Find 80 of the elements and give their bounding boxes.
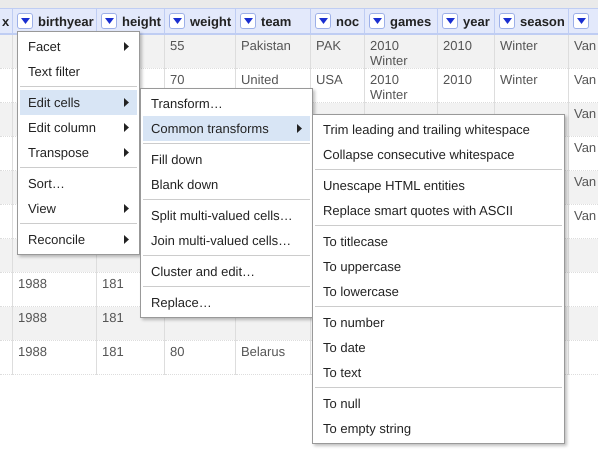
menu-item[interactable]: Common transforms <box>143 116 310 141</box>
column-header[interactable]: year <box>438 8 494 34</box>
dropdown-button[interactable] <box>101 13 117 29</box>
table-cell: Pakistan <box>241 38 291 53</box>
menu-item[interactable]: To titlecase <box>315 229 562 254</box>
menu-item[interactable]: View <box>20 196 137 221</box>
table-cell: Van <box>574 208 596 223</box>
menu-item[interactable]: Trim leading and trailing whitespace <box>315 117 562 142</box>
caret-icon <box>576 18 586 24</box>
menu-item[interactable]: To text <box>315 360 562 385</box>
dropdown-button[interactable] <box>499 13 515 29</box>
table-cell: 1988 <box>18 276 47 291</box>
menu-item[interactable]: Edit column <box>20 115 137 140</box>
dropdown-button[interactable] <box>17 13 33 29</box>
menu-item[interactable]: Join multi-valued cells… <box>143 228 310 253</box>
table-cell: 181 <box>102 310 124 325</box>
table-cell: Van <box>574 174 596 189</box>
table-cell: 1988 <box>18 310 47 325</box>
menu-item[interactable]: Reconcile <box>20 227 137 252</box>
table-cell: 181 <box>102 276 124 291</box>
menu-item[interactable]: Unescape HTML entities <box>315 173 562 198</box>
table-cell: Winter <box>500 38 538 53</box>
column-header[interactable]: height <box>96 8 164 34</box>
menu-item[interactable]: To null <box>315 391 562 416</box>
menu-item[interactable]: To uppercase <box>315 254 562 279</box>
caret-icon <box>20 18 30 24</box>
caret-icon <box>502 18 512 24</box>
table-cell: 80 <box>170 344 184 359</box>
menu-item[interactable]: Edit cells <box>20 90 137 115</box>
menu-item[interactable]: Split multi-valued cells… <box>143 203 310 228</box>
table-cell: Van <box>574 106 596 121</box>
dropdown-button[interactable] <box>442 13 458 29</box>
menu-item[interactable]: Collapse consecutive whitespace <box>315 142 562 167</box>
caret-icon <box>244 18 252 24</box>
table-cell: 2010 Winter <box>370 38 408 68</box>
table-cell: 2010 <box>443 72 472 87</box>
table-cell: PAK <box>316 38 342 53</box>
menu-item[interactable]: Sort… <box>20 171 137 196</box>
table-cell: 2010 <box>443 38 472 53</box>
menu-item[interactable]: Blank down <box>143 172 310 197</box>
menu-item[interactable]: Cluster and edit… <box>143 259 310 284</box>
menu-item[interactable]: Replace… <box>143 290 310 315</box>
column-header[interactable]: team <box>236 8 310 34</box>
column-header[interactable]: noc <box>310 8 364 34</box>
menu-item[interactable]: To lowercase <box>315 279 562 304</box>
menu-item[interactable]: To empty string <box>315 416 562 441</box>
dropdown-button[interactable] <box>315 13 331 29</box>
column-header[interactable]: weight <box>164 8 236 34</box>
table-cell: 70 <box>170 72 184 87</box>
caret-icon <box>446 18 454 24</box>
dropdown-button[interactable] <box>240 13 256 29</box>
column-header[interactable]: x <box>0 8 12 34</box>
table-cell: 181 <box>102 344 124 359</box>
dropdown-button[interactable] <box>573 13 589 29</box>
menu-item[interactable]: Fill down <box>143 147 310 172</box>
menu-item[interactable]: To date <box>315 335 562 360</box>
table-cell: Belarus <box>241 344 286 359</box>
table-cell: United <box>241 72 279 87</box>
table-cell: 1988 <box>18 344 47 359</box>
table-cell: 2010 Winter <box>370 72 408 102</box>
column-header[interactable]: season <box>494 8 568 34</box>
dropdown-button[interactable] <box>169 13 185 29</box>
table-cell: Van <box>574 72 596 87</box>
caret-icon <box>104 18 114 24</box>
table-cell: Winter <box>500 72 538 87</box>
menu-item[interactable]: Replace smart quotes with ASCII <box>315 198 562 223</box>
menu-item[interactable]: To number <box>315 310 562 335</box>
menu-item[interactable]: Text filter <box>20 59 137 84</box>
caret-icon <box>372 18 382 24</box>
dropdown-button[interactable] <box>369 13 385 29</box>
caret-icon <box>318 18 328 24</box>
table-cell: Van <box>574 38 596 53</box>
column-header[interactable]: games <box>364 8 438 34</box>
table-cell: Van <box>574 140 596 155</box>
menu-item[interactable]: Transform… <box>143 91 310 116</box>
caret-icon <box>172 18 182 24</box>
table-cell: USA <box>316 72 343 87</box>
menu-item[interactable]: Transpose <box>20 140 137 165</box>
table-cell: 55 <box>170 38 184 53</box>
menu-item[interactable]: Facet <box>20 34 137 59</box>
